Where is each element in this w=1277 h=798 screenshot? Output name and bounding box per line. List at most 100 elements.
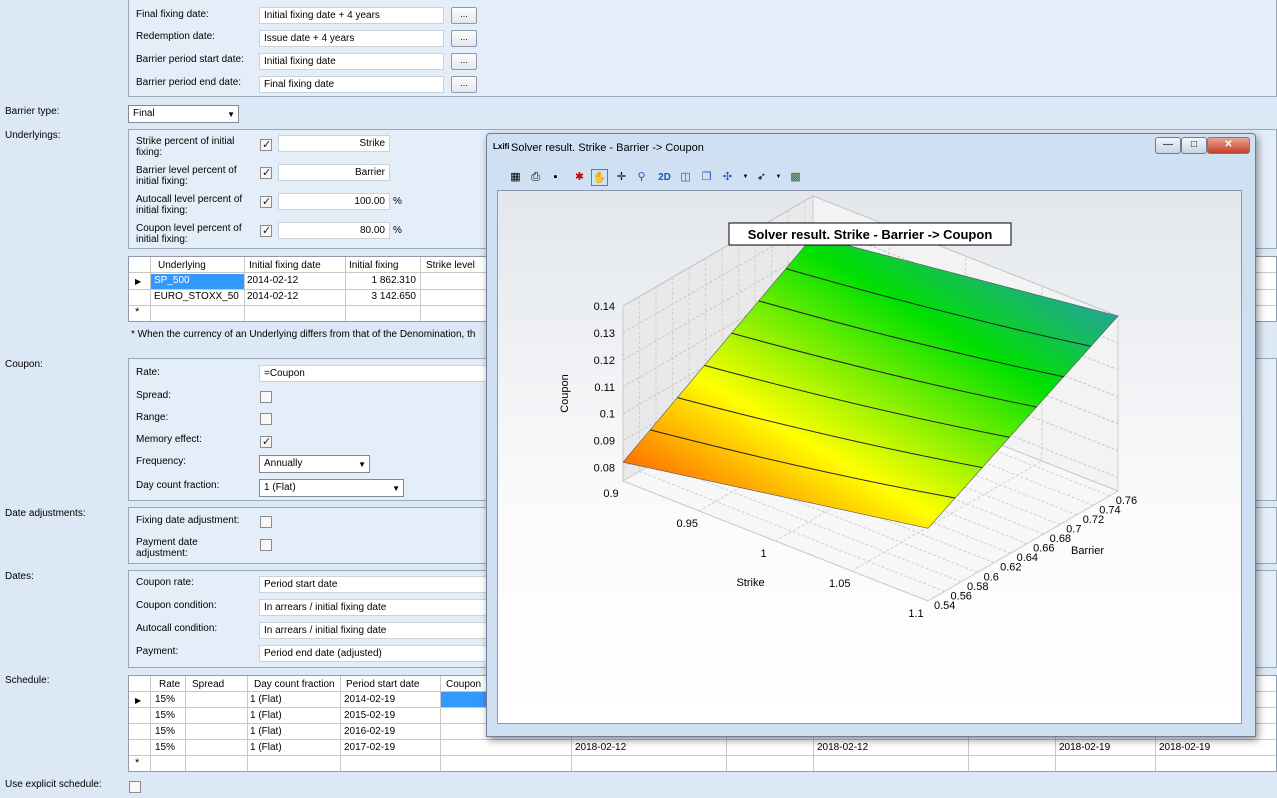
chart-title: Solver result. Strike - Barrier -> Coupo…: [748, 227, 993, 242]
frequency-select[interactable]: Annually ▼: [259, 455, 370, 473]
day-count-label: Day count fraction:: [136, 480, 220, 491]
barrier-level-checkbox[interactable]: [260, 166, 272, 179]
window-title: Solver result. Strike - Barrier -> Coupo…: [511, 142, 704, 154]
strike-percent-checkbox[interactable]: [260, 138, 272, 151]
col-spread[interactable]: Spread: [192, 678, 224, 692]
spread-checkbox[interactable]: [260, 391, 272, 403]
schedule-rate-cell[interactable]: 15%: [155, 741, 175, 755]
use-explicit-schedule-checkbox[interactable]: [129, 781, 141, 793]
new-row-marker: *: [135, 306, 140, 318]
redemption-date-field[interactable]: Issue date + 4 years: [259, 30, 444, 47]
chart-area[interactable]: 0.08 0.09 0.1 0.11 0.12 0.13 0.14 0.9 0.95 1 1.05 1…: [497, 190, 1242, 724]
redemption-date-browse-button[interactable]: ...: [451, 30, 477, 47]
2d-icon[interactable]: 2D: [656, 169, 673, 186]
surface-chart[interactable]: 0.08 0.09 0.1 0.11 0.12 0.13 0.14 0.9 0.95 1 1.05 1…: [498, 191, 1241, 723]
autocall-condition-label: Autocall condition:: [136, 623, 218, 634]
coupon-level-field[interactable]: 80.00: [278, 222, 390, 239]
save-icon[interactable]: ▪: [547, 169, 564, 186]
final-fixing-date-browse-button[interactable]: ...: [451, 7, 477, 24]
col-coupon[interactable]: Coupon: [446, 678, 481, 692]
coupon-label: Coupon:: [5, 359, 43, 370]
solver-result-window[interactable]: Lxifi Solver result. Strike - Barrier ->…: [486, 133, 1256, 737]
print-icon[interactable]: ⎙: [527, 169, 544, 186]
schedule-rate-cell[interactable]: 15%: [155, 725, 175, 739]
coupon-level-label: Coupon level percent of initial fixing:: [136, 223, 242, 245]
underlying-cell[interactable]: EURO_STOXX_50: [154, 290, 239, 304]
schedule-selected-cell[interactable]: [441, 692, 487, 707]
scatter-icon[interactable]: ✱: [571, 169, 588, 186]
chart-settings-icon[interactable]: ▩: [787, 169, 804, 186]
fixing-cell[interactable]: 3 142.650: [348, 290, 417, 304]
col-initial-fixing[interactable]: Initial fixing: [349, 259, 398, 273]
box-icon[interactable]: ❐: [698, 169, 715, 186]
barrier-period-start-browse-button[interactable]: ...: [451, 53, 477, 70]
chevron-down-icon[interactable]: ▼: [737, 169, 754, 186]
final-fixing-date-field[interactable]: Initial fixing date + 4 years: [259, 7, 444, 24]
autocall-level-field[interactable]: 100.00: [278, 193, 390, 210]
strike-percent-field[interactable]: Strike: [278, 135, 390, 152]
range-checkbox[interactable]: [260, 413, 272, 425]
barrier-period-end-field[interactable]: Final fixing date: [259, 76, 444, 93]
fixing-date-adjustment-checkbox[interactable]: [260, 516, 272, 528]
day-count-value: 1 (Flat): [264, 482, 296, 493]
schedule-extra-cell[interactable]: 2018-02-19: [1059, 741, 1110, 755]
schedule-start-cell[interactable]: 2016-02-19: [344, 725, 395, 739]
memory-effect-checkbox[interactable]: [260, 435, 272, 448]
pointer-icon[interactable]: ➶: [753, 169, 770, 186]
fixing-date-cell[interactable]: 2014-02-12: [247, 274, 298, 288]
coupon-level-checkbox[interactable]: [260, 224, 272, 237]
barrier-period-end-browse-button[interactable]: ...: [451, 76, 477, 93]
col-underlying[interactable]: Underlying: [158, 259, 206, 273]
schedule-daycount-cell[interactable]: 1 (Flat): [250, 725, 282, 739]
zoom-icon[interactable]: ⚲: [633, 169, 650, 186]
schedule-start-cell[interactable]: 2014-02-19: [344, 693, 395, 707]
schedule-rate-cell[interactable]: 15%: [155, 709, 175, 723]
app-icon: Lxifi: [493, 142, 510, 151]
close-button[interactable]: ✕: [1207, 137, 1250, 154]
schedule-daycount-cell[interactable]: 1 (Flat): [250, 709, 282, 723]
barrier-period-end-label: Barrier period end date:: [136, 77, 242, 88]
restore-button[interactable]: □: [1181, 137, 1207, 154]
chevron-down-icon: ▼: [392, 484, 400, 493]
col-initial-fixing-date[interactable]: Initial fixing date: [249, 259, 321, 273]
schedule-daycount-cell[interactable]: 1 (Flat): [250, 741, 282, 755]
underlying-cell[interactable]: SP_500: [151, 274, 244, 289]
fixing-cell[interactable]: 1 862.310: [348, 274, 417, 288]
crosshair-icon[interactable]: ✛: [613, 169, 630, 186]
y-tick-label: 0.76: [1116, 495, 1137, 507]
y-tick-label: 0.6: [984, 571, 999, 583]
barrier-period-start-field[interactable]: Initial fixing date: [259, 53, 444, 70]
z-tick-label: 0.12: [594, 355, 615, 367]
minimize-button[interactable]: —: [1155, 137, 1181, 154]
schedule-extra-cell[interactable]: 2018-02-19: [1159, 741, 1210, 755]
schedule-start-cell[interactable]: 2017-02-19: [344, 741, 395, 755]
schedule-rate-cell[interactable]: 15%: [155, 693, 175, 707]
properties-icon[interactable]: ▦: [507, 169, 524, 186]
col-period-start-date[interactable]: Period start date: [346, 678, 419, 692]
pan-hand-icon[interactable]: ✋: [591, 169, 608, 186]
rotate-icon[interactable]: ✣: [719, 169, 736, 186]
schedule-extra-cell[interactable]: 2018-02-12: [817, 741, 868, 755]
z-axis-title: Coupon: [559, 374, 571, 413]
chevron-down-icon: ▼: [227, 110, 235, 119]
col-rate[interactable]: Rate: [159, 678, 180, 692]
schedule-start-cell[interactable]: 2015-02-19: [344, 709, 395, 723]
day-count-select[interactable]: 1 (Flat) ▼: [259, 479, 404, 497]
schedule-daycount-cell[interactable]: 1 (Flat): [250, 693, 282, 707]
autocall-level-checkbox[interactable]: [260, 195, 272, 208]
barrier-level-field[interactable]: Barrier: [278, 164, 390, 181]
fixing-date-cell[interactable]: 2014-02-12: [247, 290, 298, 304]
frequency-value: Annually: [264, 458, 303, 469]
rate-label: Rate:: [136, 367, 160, 378]
schedule-extra-cell[interactable]: 2018-02-12: [575, 741, 626, 755]
y-axis-title: Barrier: [1071, 545, 1104, 557]
cube-icon[interactable]: ◫: [677, 169, 694, 186]
chevron-down-icon[interactable]: ▼: [770, 169, 787, 186]
payment-label: Payment:: [136, 646, 179, 657]
payment-date-adjustment-label: Payment date adjustment:: [136, 537, 198, 559]
payment-date-adjustment-checkbox[interactable]: [260, 539, 272, 551]
col-day-count-fraction[interactable]: Day count fraction: [254, 678, 335, 692]
barrier-type-select[interactable]: Final ▼: [128, 105, 239, 123]
z-tick-label: 0.1: [600, 409, 615, 421]
col-strike-level[interactable]: Strike level: [426, 259, 475, 273]
